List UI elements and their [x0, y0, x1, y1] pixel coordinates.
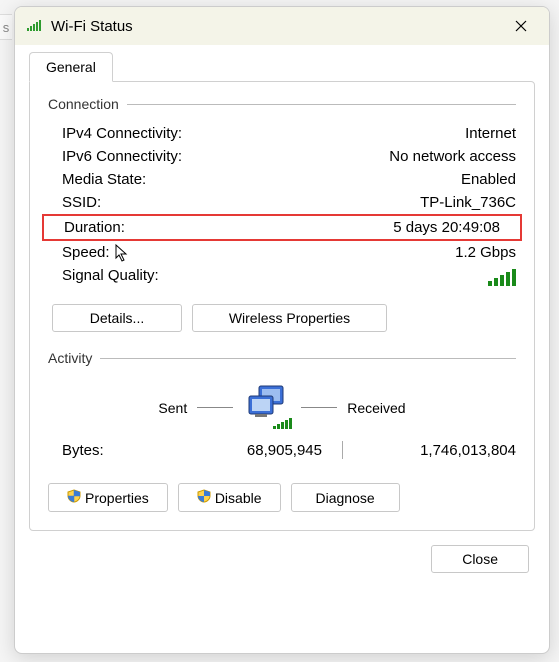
computers-icon: [243, 384, 291, 431]
tab-general[interactable]: General: [29, 52, 113, 82]
sent-label: Sent: [158, 400, 187, 416]
duration-label: Duration:: [64, 219, 125, 236]
row-media: Media State: Enabled: [48, 168, 516, 191]
ssid-label: SSID:: [62, 194, 101, 211]
media-value: Enabled: [461, 171, 516, 188]
activity-header: Activity: [48, 350, 516, 366]
tab-content: Connection IPv4 Connectivity: Internet I…: [29, 81, 535, 531]
row-speed: Speed: 1.2 Gbps: [48, 241, 516, 264]
bytes-received-value: 1,746,013,804: [362, 442, 516, 459]
dash-line: [301, 407, 337, 408]
action-buttons: Properties Disable Diagnose: [48, 477, 516, 516]
divider: [127, 104, 516, 105]
bytes-sent-value: 68,905,945: [182, 442, 322, 459]
wifi-signal-icon: [27, 18, 43, 35]
tab-bar: General: [15, 45, 549, 81]
ipv4-value: Internet: [465, 125, 516, 142]
media-label: Media State:: [62, 171, 146, 188]
ipv6-label: IPv6 Connectivity:: [62, 148, 182, 165]
bytes-row: Bytes: 68,905,945 1,746,013,804: [48, 435, 516, 477]
divider: [100, 358, 516, 359]
diagnose-button[interactable]: Diagnose: [291, 483, 400, 512]
details-button[interactable]: Details...: [52, 304, 182, 332]
row-ipv4: IPv4 Connectivity: Internet: [48, 122, 516, 145]
disable-button-label: Disable: [215, 490, 262, 506]
cursor-icon: [114, 243, 130, 267]
signal-label: Signal Quality:: [62, 267, 159, 291]
activity-diagram: Sent: [48, 376, 516, 435]
properties-button-label: Properties: [85, 490, 149, 506]
activity-section: Activity Sent: [48, 350, 516, 516]
bytes-label: Bytes:: [62, 442, 182, 459]
footer: Close: [15, 545, 549, 589]
signal-bars-icon: [488, 267, 516, 291]
background-letter: s: [0, 14, 12, 40]
connection-label: Connection: [48, 96, 119, 112]
speed-value: 1.2 Gbps: [455, 244, 516, 261]
title-bar: Wi-Fi Status: [15, 7, 549, 45]
ipv6-value: No network access: [389, 148, 516, 165]
ipv4-label: IPv4 Connectivity:: [62, 125, 182, 142]
dash-line: [197, 407, 233, 408]
close-icon[interactable]: [501, 11, 541, 41]
disable-button[interactable]: Disable: [178, 483, 281, 512]
activity-label: Activity: [48, 350, 92, 366]
row-ipv6: IPv6 Connectivity: No network access: [48, 145, 516, 168]
properties-button[interactable]: Properties: [48, 483, 168, 512]
shield-icon: [197, 489, 211, 506]
duration-value: 5 days 20:49:08: [393, 219, 500, 236]
row-duration-highlighted: Duration: 5 days 20:49:08: [42, 214, 522, 241]
row-ssid: SSID: TP-Link_736C: [48, 191, 516, 214]
connection-buttons: Details... Wireless Properties: [48, 294, 516, 336]
window-title: Wi-Fi Status: [51, 18, 501, 35]
wifi-status-window: Wi-Fi Status General Connection IPv4 Con…: [14, 6, 550, 654]
received-label: Received: [347, 400, 405, 416]
separator: [342, 441, 343, 459]
ssid-value: TP-Link_736C: [420, 194, 516, 211]
connection-header: Connection: [48, 96, 516, 112]
wireless-properties-button[interactable]: Wireless Properties: [192, 304, 387, 332]
row-signal: Signal Quality:: [48, 264, 516, 294]
close-button[interactable]: Close: [431, 545, 529, 573]
shield-icon: [67, 489, 81, 506]
speed-label: Speed:: [62, 244, 110, 261]
